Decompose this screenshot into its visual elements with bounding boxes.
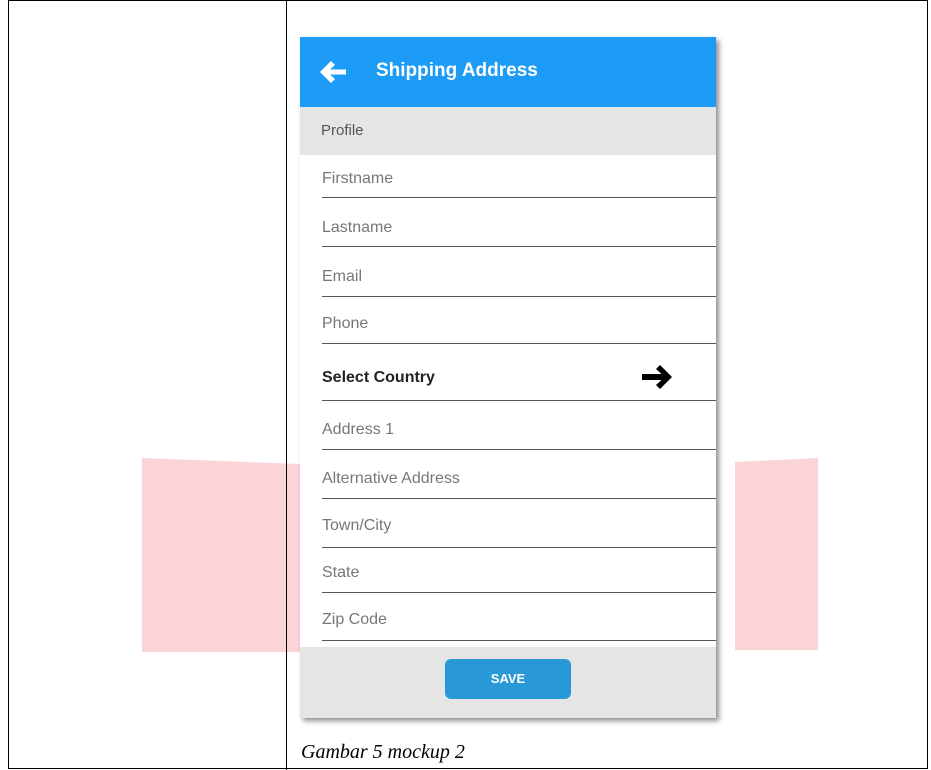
save-button[interactable]: SAVE [445, 659, 571, 699]
address1-field[interactable]: Address 1 [300, 401, 716, 450]
lastname-label: Lastname [322, 219, 393, 236]
field-underline [322, 197, 716, 198]
state-label: State [322, 564, 360, 581]
email-label: Email [322, 268, 363, 285]
footer-bar: SAVE [300, 647, 716, 718]
address1-label: Address 1 [322, 421, 395, 438]
arrow-left-icon [320, 61, 346, 83]
back-button[interactable] [318, 59, 348, 85]
select-country-row[interactable]: Select Country [300, 345, 716, 401]
firstname-label: Firstname [322, 170, 394, 187]
lastname-field[interactable]: Lastname [300, 204, 716, 252]
alternative-address-label: Alternative Address [322, 470, 460, 487]
figure-caption: Gambar 5 mockup 2 [301, 741, 465, 763]
firstname-field[interactable]: Firstname [300, 155, 716, 203]
section-label: Profile [321, 122, 364, 139]
alternative-address-field[interactable]: Alternative Address [300, 450, 716, 499]
field-underline [322, 246, 716, 247]
phone-field[interactable]: Phone [300, 302, 716, 350]
phone-label: Phone [322, 315, 369, 332]
app-bar: Shipping Address [300, 37, 716, 107]
phone-mockup: Shipping Address Profile Firstname Lastn… [300, 37, 716, 718]
document-page: Shipping Address Profile Firstname Lastn… [0, 0, 931, 770]
arrow-right-icon [642, 365, 672, 389]
select-country-label: Select Country [322, 369, 435, 386]
profile-section-header: Profile [300, 107, 716, 155]
town-city-label: Town/City [322, 517, 392, 534]
table-column-divider [286, 0, 287, 770]
email-field[interactable]: Email [300, 253, 716, 301]
zip-code-label: Zip Code [322, 611, 387, 628]
zip-code-field[interactable]: Zip Code [300, 593, 716, 641]
town-city-field[interactable]: Town/City [300, 499, 716, 548]
field-underline [322, 640, 716, 641]
state-field[interactable]: State [300, 548, 716, 596]
field-underline [322, 296, 716, 297]
field-underline [322, 343, 716, 344]
page-title: Shipping Address [376, 60, 538, 81]
